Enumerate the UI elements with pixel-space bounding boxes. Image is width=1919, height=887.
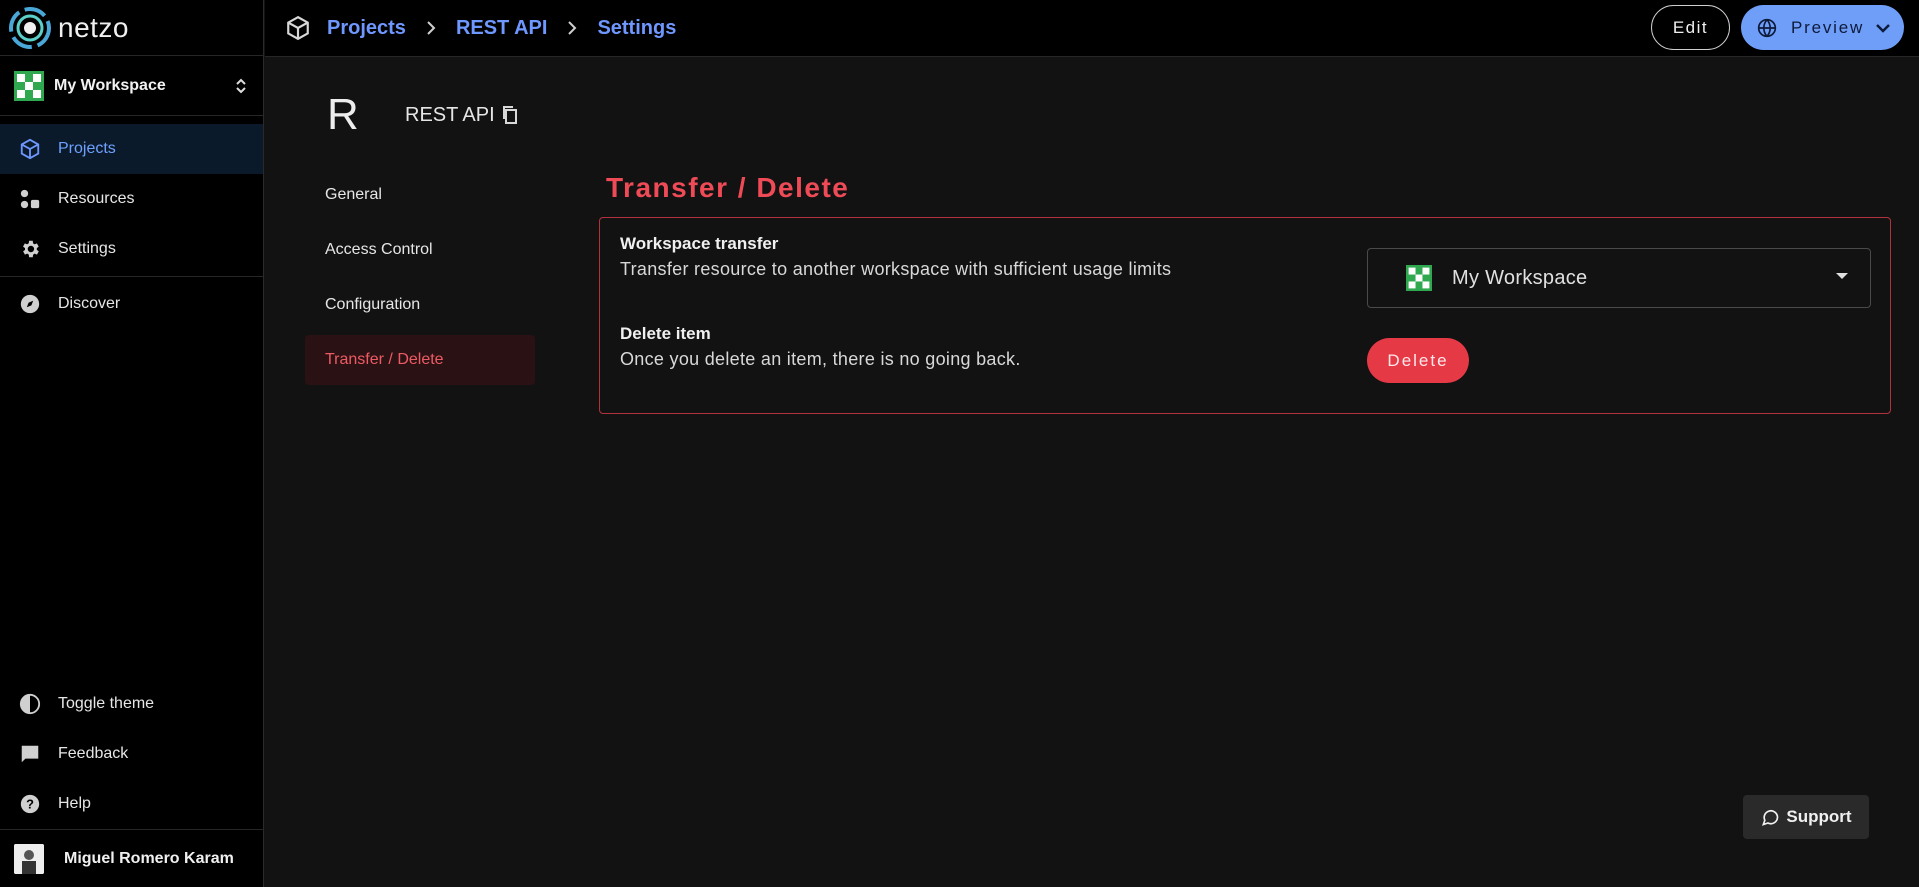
user-name: Miguel Romero Karam [64, 849, 234, 867]
edit-button[interactable]: Edit [1651, 5, 1730, 50]
sidebar-bottom-nav: Toggle theme Feedback ? Help [0, 679, 263, 829]
compass-icon [18, 292, 42, 316]
resources-icon [18, 187, 42, 211]
sidebar-item-discover[interactable]: Discover [0, 279, 263, 329]
feedback-label: Feedback [58, 745, 129, 762]
toggle-theme-label: Toggle theme [58, 695, 155, 712]
section-title: Transfer / Delete [606, 172, 850, 203]
preview-label: Preview [1791, 17, 1865, 37]
selected-workspace: My Workspace [1452, 266, 1588, 289]
support-label: Support [1786, 807, 1852, 826]
workspace-icon [14, 70, 44, 101]
settings-subnav: General Access Control Configuration Tra… [305, 170, 535, 390]
delete-title: Delete item [620, 324, 711, 343]
sidebar: netzo My Workspace Projects Resources Se… [0, 0, 264, 887]
help-icon: ? [18, 792, 42, 816]
netzo-logo-icon [9, 6, 51, 49]
help-label: Help [58, 795, 91, 812]
breadcrumb-projects[interactable]: Projects [327, 17, 406, 40]
sidebar-item-label: Discover [58, 295, 121, 312]
tab-configuration[interactable]: Configuration [305, 280, 535, 330]
divider [0, 276, 263, 277]
sidebar-item-label: Settings [58, 240, 116, 257]
cube-icon [18, 137, 42, 161]
chat-bubble-icon [1762, 809, 1779, 826]
caret-down-icon [1836, 273, 1848, 279]
chevron-down-icon [1876, 23, 1890, 33]
tab-transfer-delete[interactable]: Transfer / Delete [305, 335, 535, 385]
resource-name: REST API [405, 103, 495, 126]
sidebar-item-projects[interactable]: Projects [0, 124, 263, 174]
danger-zone: Workspace transfer Transfer resource to … [599, 217, 1891, 414]
sidebar-nav: Projects Resources Settings Discover [0, 116, 263, 329]
chevron-right-icon [427, 21, 436, 35]
support-button[interactable]: Support [1743, 795, 1869, 839]
transfer-description: Transfer resource to another workspace w… [620, 259, 1172, 279]
sidebar-item-label: Resources [58, 190, 135, 207]
delete-button[interactable]: Delete [1367, 338, 1469, 383]
feedback-button[interactable]: Feedback [0, 729, 263, 779]
sidebar-item-settings[interactable]: Settings [0, 224, 263, 274]
resource-avatar: R [327, 90, 359, 139]
avatar [14, 843, 44, 874]
delete-description: Once you delete an item, there is no goi… [620, 349, 1021, 369]
svg-text:?: ? [26, 797, 34, 812]
chevron-updown-icon [236, 78, 246, 93]
tab-access-control[interactable]: Access Control [305, 225, 535, 275]
preview-button[interactable]: Preview [1741, 5, 1904, 50]
cube-icon [287, 15, 309, 41]
resource-header: R REST API [327, 90, 519, 140]
workspace-icon [1406, 265, 1432, 291]
help-button[interactable]: ? Help [0, 779, 263, 829]
sidebar-item-label: Projects [58, 140, 116, 157]
tab-general[interactable]: General [305, 170, 535, 220]
globe-icon [1757, 18, 1777, 37]
chat-icon [18, 742, 42, 766]
contrast-icon [18, 692, 42, 716]
chevron-right-icon [568, 21, 577, 35]
gear-icon [18, 237, 42, 261]
workspace-name: My Workspace [54, 76, 166, 94]
app-name: netzo [58, 11, 129, 43]
workspace-switcher[interactable]: My Workspace [0, 56, 263, 116]
transfer-title: Workspace transfer [620, 234, 779, 253]
brand[interactable]: netzo [0, 0, 263, 56]
copy-icon[interactable] [501, 105, 519, 125]
breadcrumb-rest-api[interactable]: REST API [456, 17, 548, 40]
breadcrumb: Projects REST API Settings [265, 15, 676, 41]
toggle-theme-button[interactable]: Toggle theme [0, 679, 263, 729]
workspace-select[interactable]: My Workspace [1367, 248, 1871, 308]
user-menu[interactable]: Miguel Romero Karam [0, 829, 263, 887]
sidebar-item-resources[interactable]: Resources [0, 174, 263, 224]
breadcrumb-settings[interactable]: Settings [597, 17, 676, 40]
